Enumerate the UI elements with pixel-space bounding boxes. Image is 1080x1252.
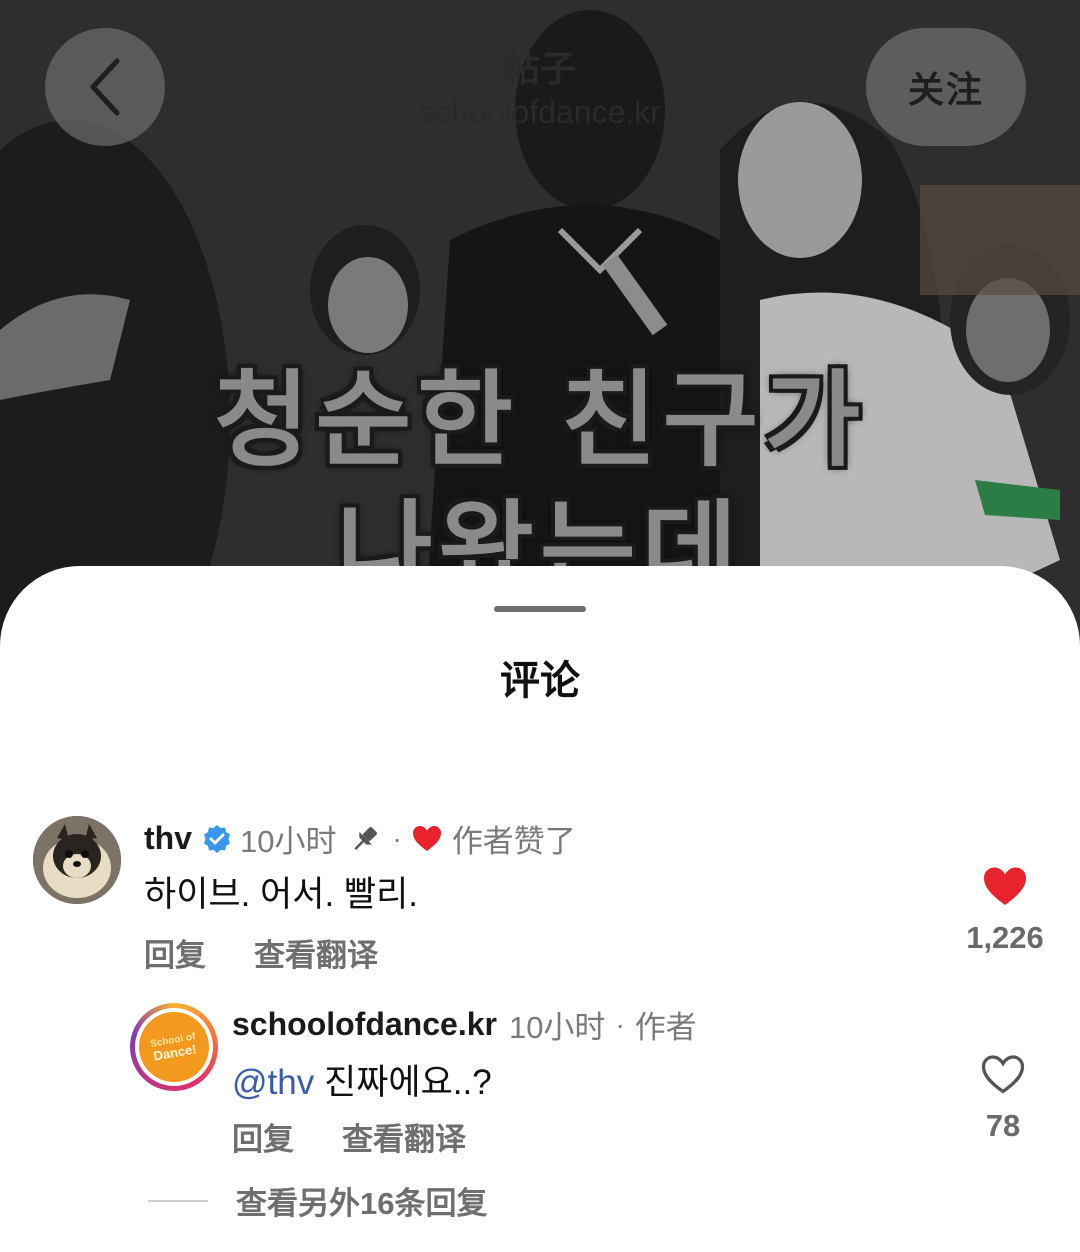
video-caption-line1: 청순한 친구가 bbox=[213, 358, 867, 481]
reply-text-row: @thv 진짜에요..? bbox=[232, 1054, 492, 1105]
back-button[interactable] bbox=[45, 28, 165, 146]
separator-dot: · bbox=[392, 822, 402, 854]
heart-filled-icon bbox=[412, 825, 441, 851]
author-label: 作者 bbox=[634, 1010, 697, 1045]
translate-button[interactable]: 查看翻译 bbox=[342, 1114, 466, 1159]
like-button[interactable]: 78 bbox=[950, 1054, 1056, 1144]
heart-outline-icon bbox=[981, 1055, 1025, 1094]
reply-username[interactable]: schoolofdance.kr bbox=[232, 1006, 497, 1043]
separator-dot: · bbox=[615, 1008, 625, 1040]
comment-text: 하이브. 어서. 빨리. bbox=[144, 875, 419, 914]
avatar[interactable]: School of Dance! bbox=[130, 1003, 218, 1091]
reply-button[interactable]: 回复 bbox=[232, 1114, 294, 1159]
school-of-dance-logo-icon: School of Dance! bbox=[139, 1012, 209, 1082]
pomeranian-dog-avatar-icon bbox=[33, 816, 121, 904]
like-button[interactable]: 1,226 bbox=[950, 866, 1060, 956]
mention-link[interactable]: @thv bbox=[232, 1063, 314, 1102]
heart-filled-icon bbox=[984, 867, 1026, 905]
like-count: 78 bbox=[985, 1108, 1021, 1143]
comments-sheet: 评论 thv 10小时 · 作者赞了 하이브. 어서. 빨리. 回复 查看翻译 … bbox=[0, 566, 1080, 1252]
author-liked-label: 作者赞了 bbox=[451, 824, 576, 859]
verified-badge-icon bbox=[204, 824, 230, 853]
pin-icon bbox=[354, 826, 378, 850]
view-more-replies[interactable]: 查看另外16条回复 bbox=[148, 1178, 487, 1223]
translate-button[interactable]: 查看翻译 bbox=[254, 930, 378, 975]
reply-meta: schoolofdance.kr 10小时 · 作者 bbox=[232, 1002, 697, 1047]
comment-time: 10小时 bbox=[240, 824, 337, 859]
comment-username[interactable]: thv bbox=[144, 820, 192, 857]
sheet-drag-handle[interactable] bbox=[494, 606, 586, 612]
like-count: 1,226 bbox=[966, 920, 1044, 955]
reply-button[interactable]: 回复 bbox=[144, 930, 206, 975]
comment-meta: thv 10小时 · 作者赞了 bbox=[144, 816, 576, 861]
reply-text: 진짜에요..? bbox=[323, 1063, 492, 1102]
reply-time: 10小时 bbox=[508, 1010, 606, 1045]
view-more-label: 查看另外16条回复 bbox=[236, 1186, 488, 1221]
chevron-left-icon bbox=[90, 58, 120, 116]
follow-button[interactable]: 关注 bbox=[866, 28, 1026, 146]
divider bbox=[148, 1199, 208, 1202]
avatar[interactable] bbox=[33, 816, 121, 904]
sheet-title: 评论 bbox=[500, 659, 580, 703]
